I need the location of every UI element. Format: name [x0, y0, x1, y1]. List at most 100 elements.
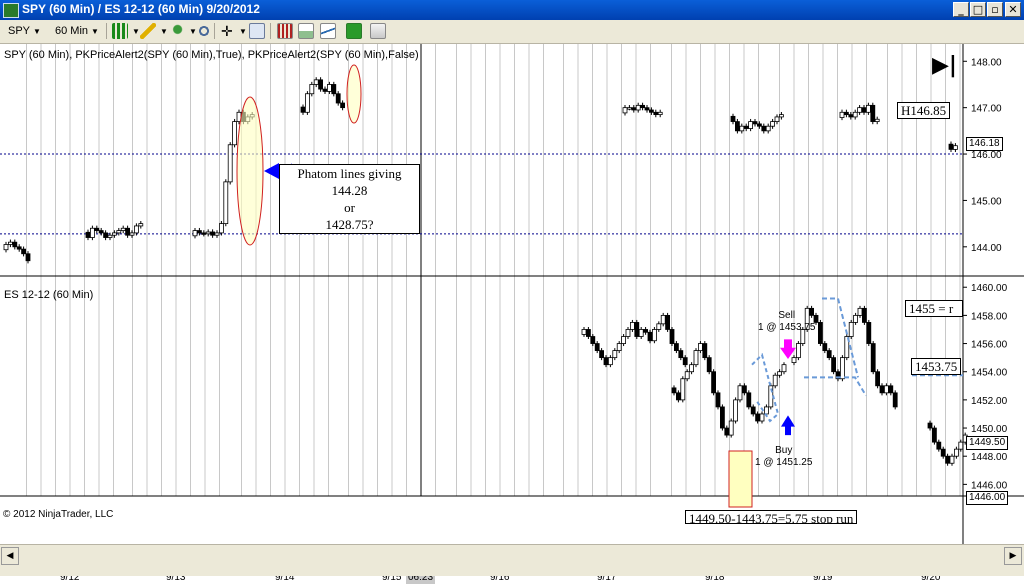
annotation-line: or — [344, 200, 355, 215]
up-candle — [777, 371, 782, 376]
properties-icon[interactable] — [370, 23, 386, 39]
pencil-icon[interactable] — [140, 23, 156, 39]
up-candle — [214, 232, 220, 236]
down-candle — [746, 392, 752, 408]
up-candle — [112, 232, 117, 236]
up-candle — [781, 364, 787, 373]
horizontal-scrollbar[interactable]: ◀ ▶ — [0, 544, 1024, 566]
up-candle — [774, 116, 780, 122]
up-candle — [698, 343, 703, 351]
y-tick-label: 144.00 — [971, 243, 1002, 254]
up-candle — [953, 145, 958, 150]
down-candle — [866, 322, 872, 344]
down-candle — [594, 343, 600, 351]
es-lower-price-tag: 1446.00 — [966, 491, 1009, 505]
up-candle — [958, 441, 964, 450]
down-candle — [678, 350, 684, 359]
up-candle — [848, 322, 854, 337]
chart-toolbar: SPY ▼ 60 Min ▼ ▼ ▼ ▼ ✛ ▼ — [0, 20, 1024, 44]
down-candle — [715, 392, 721, 408]
drawing-tools-caret[interactable]: ▼ — [157, 22, 168, 40]
down-candle — [752, 121, 758, 125]
down-candle — [735, 121, 740, 132]
down-candle — [322, 88, 328, 92]
up-candle — [737, 385, 743, 401]
up-candle — [635, 104, 641, 111]
copyright-label: © 2012 NinjaTrader, LLC — [3, 509, 114, 520]
y-tick-label: 1448.00 — [971, 452, 1008, 463]
restore-button[interactable]: ▫ — [987, 2, 1003, 17]
zoom-icon[interactable] — [196, 23, 212, 39]
down-candle — [879, 385, 885, 394]
down-candle — [761, 125, 767, 132]
scroll-right-button[interactable]: ▶ — [1004, 547, 1022, 565]
down-candle — [818, 322, 823, 344]
up-candle — [625, 329, 631, 337]
down-candle — [640, 104, 645, 109]
y-tick-label: 1452.00 — [971, 396, 1008, 407]
down-candle — [826, 350, 832, 359]
spy-last-price-tag: 146.18 — [966, 137, 1003, 151]
crosshair-icon[interactable]: ✛ — [221, 22, 233, 40]
up-candle — [627, 107, 632, 110]
candlestick-icon[interactable] — [112, 23, 128, 39]
up-candle — [839, 111, 845, 118]
title-bar: SPY (60 Min) / ES 12-12 (60 Min) 9/20/20… — [0, 0, 1024, 20]
down-candle — [682, 357, 688, 366]
up-candle — [612, 350, 618, 359]
down-candle — [340, 102, 346, 109]
down-candle — [644, 107, 650, 111]
close-button[interactable]: ✕ — [1005, 2, 1021, 17]
up-candle — [313, 79, 319, 85]
annotation-line: 1428.75? — [325, 217, 374, 232]
down-candle — [12, 241, 18, 248]
minimize-button[interactable]: _ — [953, 2, 969, 17]
y-tick-label: 145.00 — [971, 196, 1002, 207]
strategies-icon[interactable] — [298, 23, 314, 39]
crosshair-caret[interactable]: ▼ — [236, 22, 247, 40]
up-candle — [218, 223, 224, 234]
chart-properties-icon[interactable] — [249, 23, 265, 39]
buy-order-label: Buy 1 @ 1451.25 — [755, 445, 812, 469]
sell-order-label: Sell 1 @ 1453.75 — [758, 310, 815, 334]
scroll-left-button[interactable]: ◀ — [1, 547, 19, 565]
interval-selector[interactable]: 60 Min ▼ — [55, 22, 105, 40]
up-candle — [857, 107, 862, 113]
up-candle — [616, 343, 622, 351]
down-candle — [936, 441, 942, 450]
stop-run-highlight — [728, 450, 753, 508]
down-candle — [21, 248, 27, 255]
up-candle — [107, 234, 113, 238]
toolbar-separator — [214, 23, 215, 39]
down-candle — [603, 357, 609, 366]
y-tick-label: 1454.00 — [971, 368, 1008, 379]
chart-style-caret[interactable]: ▼ — [129, 22, 140, 40]
chart-area[interactable]: 148.00 147.00 146.00 145.00 144.00 1460.00 145… — [0, 44, 1024, 584]
down-candle — [742, 385, 747, 394]
es-panel-title: ES 12-12 (60 Min) — [4, 289, 94, 301]
down-candle — [861, 107, 867, 113]
down-candle — [831, 357, 836, 373]
y-tick-label: 1446.00 — [971, 480, 1008, 491]
level-1453-label: 1453.75 — [911, 358, 962, 375]
chart-canvas[interactable]: 148.00 147.00 146.00 145.00 144.00 1460.00 145… — [0, 44, 1024, 566]
data-box-icon[interactable] — [320, 23, 336, 39]
instrument-selector[interactable]: SPY ▼ — [8, 22, 48, 40]
up-candle — [779, 114, 784, 118]
up-candle — [866, 104, 871, 113]
y-tick-label: 1450.00 — [971, 424, 1008, 435]
down-candle — [665, 314, 670, 330]
up-candle — [765, 125, 771, 132]
up-candle — [796, 343, 801, 359]
annotation-line: Phatom lines giving — [297, 166, 402, 181]
pin-icon[interactable] — [168, 23, 184, 39]
go-to-end-icon[interactable]: ▶| — [932, 53, 957, 78]
indicators-icon[interactable] — [277, 23, 293, 39]
up-candle — [608, 357, 613, 366]
down-candle — [634, 322, 640, 337]
maximize-button[interactable]: □ — [970, 2, 986, 17]
up-candle — [728, 420, 734, 436]
down-candle — [932, 427, 937, 443]
price-marker-icon[interactable] — [346, 23, 362, 39]
down-candle — [586, 329, 591, 337]
